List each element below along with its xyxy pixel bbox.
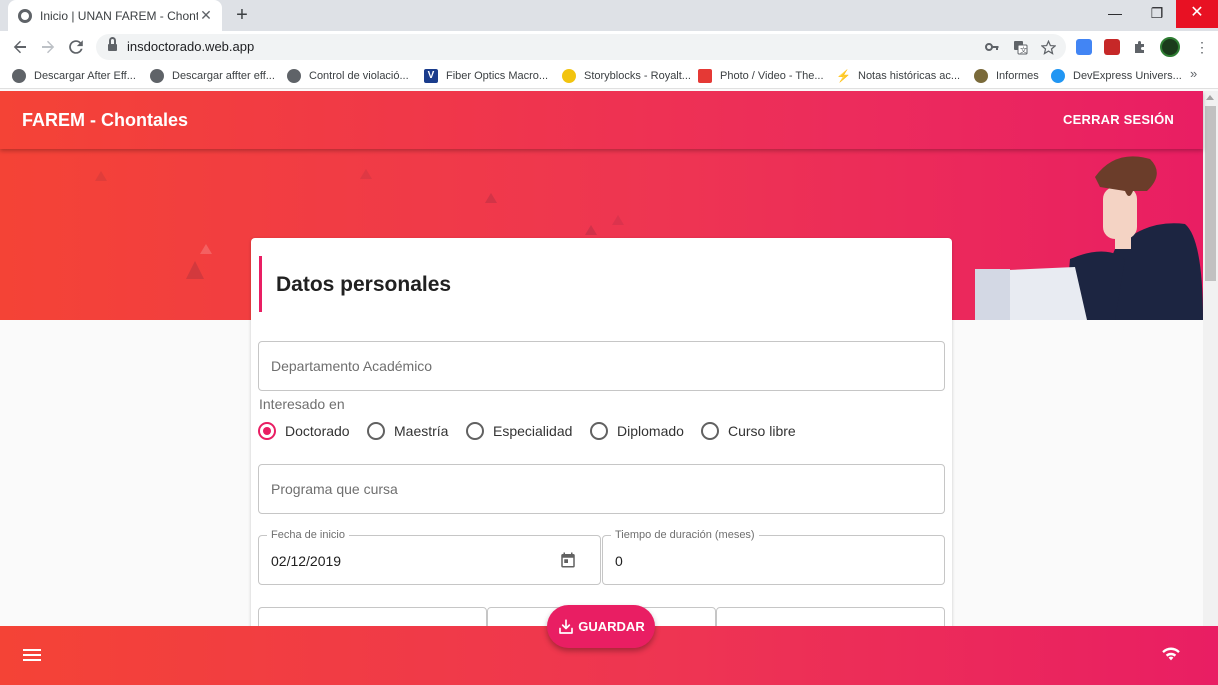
download-icon — [559, 618, 574, 634]
program-placeholder: Programa que cursa — [271, 481, 398, 497]
radio-especialidad[interactable]: Especialidad — [466, 421, 572, 441]
globe-icon — [18, 8, 32, 23]
radio-doctorado[interactable]: Doctorado — [258, 421, 350, 441]
page-viewport: FAREM - Chontales CERRAR SESIÓN Datos pe… — [0, 91, 1218, 685]
forward-button[interactable] — [36, 35, 60, 59]
more-vert-icon[interactable]: ⋮ — [1194, 39, 1210, 55]
reload-icon — [69, 40, 83, 54]
bookmark-item[interactable]: V Fiber Optics Macro... — [424, 68, 548, 84]
profile-avatar[interactable] — [1160, 37, 1180, 57]
tab-close-icon[interactable]: ✕ — [198, 7, 214, 24]
calendar-icon[interactable] — [559, 551, 577, 569]
card-heading: Datos personales — [276, 273, 452, 296]
radio-unchecked-icon — [590, 422, 608, 440]
scroll-thumb[interactable] — [1205, 106, 1216, 281]
url-text: insdoctorado.web.app — [127, 39, 255, 54]
close-window-button[interactable]: ✕ — [1176, 0, 1218, 28]
globe-icon — [12, 69, 26, 83]
storyblocks-icon — [562, 69, 576, 83]
svg-text:文: 文 — [1020, 46, 1027, 55]
bookmark-item[interactable]: Storyblocks - Royalt... — [562, 68, 691, 84]
address-bar[interactable]: insdoctorado.web.app 文 — [96, 34, 1066, 60]
decor-triangle — [585, 225, 597, 235]
browser-toolbar: insdoctorado.web.app 文 ⋮ — [0, 31, 1218, 62]
puzzle-icon[interactable] — [1132, 39, 1148, 55]
logout-button[interactable]: CERRAR SESIÓN — [1063, 112, 1174, 127]
arrow-left-icon — [13, 40, 26, 54]
bookmark-item[interactable]: Control de violació... — [287, 68, 409, 84]
start-date-field[interactable]: Fecha de inicio 02/12/2019 — [258, 529, 601, 585]
decor-triangle — [485, 193, 497, 203]
radio-unchecked-icon — [466, 422, 484, 440]
bookmarks-bar: Descargar After Eff... Descargar affter … — [0, 62, 1218, 89]
globe-icon — [287, 69, 301, 83]
devexpress-icon — [1051, 69, 1065, 83]
radio-unchecked-icon — [701, 422, 719, 440]
department-placeholder: Departamento Académico — [271, 358, 433, 374]
radio-maestria[interactable]: Maestría — [367, 421, 448, 441]
radio-checked-icon — [258, 422, 276, 440]
bookmark-item[interactable]: Descargar affter eff... — [150, 68, 275, 84]
translate-icon[interactable]: 文 — [1012, 40, 1028, 56]
new-tab-button[interactable]: + — [230, 3, 254, 27]
star-icon[interactable] — [1039, 39, 1057, 56]
reload-button[interactable] — [64, 35, 88, 59]
start-date-label: Fecha de inicio — [267, 529, 349, 541]
bookmark-item[interactable]: DevExpress Univers... — [1051, 68, 1182, 84]
app-brand[interactable]: FAREM - Chontales — [22, 110, 188, 131]
decor-triangle — [186, 261, 204, 279]
google-translate-extension-icon[interactable] — [1076, 39, 1092, 55]
radio-curso-libre[interactable]: Curso libre — [701, 421, 796, 441]
key-icon[interactable] — [984, 40, 1000, 56]
bolt-icon: ⚡ — [836, 69, 851, 83]
lock-icon — [108, 37, 117, 52]
wifi-icon — [1162, 647, 1180, 661]
radio-diplomado[interactable]: Diplomado — [590, 421, 684, 441]
back-button[interactable] — [8, 35, 32, 59]
tab-title: Inicio | UNAN FAREM - Chontales — [40, 8, 198, 23]
bookmark-item[interactable]: Descargar After Eff... — [12, 68, 136, 84]
arrow-right-icon — [42, 40, 55, 54]
menu-icon[interactable] — [23, 649, 41, 662]
radio-unchecked-icon — [367, 422, 385, 440]
maximize-button[interactable]: ❐ — [1134, 0, 1180, 28]
decor-triangle — [360, 169, 372, 179]
bookmark-item[interactable]: ⚡ Notas históricas ac... — [836, 68, 960, 84]
minimize-button[interactable]: — — [1092, 0, 1138, 28]
app-bar: FAREM - Chontales CERRAR SESIÓN — [0, 91, 1203, 149]
v-logo-icon: V — [424, 69, 438, 83]
save-button[interactable]: GUARDAR — [547, 605, 655, 648]
interest-label: Interesado en — [259, 396, 345, 412]
globe-icon — [150, 69, 164, 83]
department-field[interactable]: Departamento Académico — [258, 341, 945, 391]
program-field[interactable]: Programa que cursa — [258, 464, 945, 514]
decor-triangle — [612, 215, 624, 225]
start-date-value: 02/12/2019 — [271, 553, 342, 569]
student-illustration — [975, 156, 1203, 320]
decor-triangle — [95, 171, 107, 181]
photo-extension-icon[interactable] — [1104, 39, 1120, 55]
scroll-up-icon[interactable] — [1206, 95, 1214, 100]
decor-triangle — [200, 244, 212, 254]
duration-value: 0 — [615, 553, 623, 569]
save-label: GUARDAR — [578, 619, 645, 634]
bookmarks-overflow-icon[interactable]: » — [1190, 66, 1197, 81]
page-scrollbar[interactable] — [1203, 91, 1218, 626]
bookmark-item[interactable]: Photo / Video - The... — [698, 68, 824, 84]
browser-tabstrip: Inicio | UNAN FAREM - Chontales ✕ + — ❐ … — [0, 0, 1218, 31]
photo-video-icon — [698, 69, 712, 83]
informes-icon — [974, 69, 988, 83]
duration-field[interactable]: Tiempo de duración (meses) 0 — [602, 529, 945, 585]
bookmark-item[interactable]: Informes — [974, 68, 1039, 84]
duration-label: Tiempo de duración (meses) — [611, 529, 759, 541]
browser-tab[interactable]: Inicio | UNAN FAREM - Chontales ✕ — [8, 0, 222, 31]
heading-accent-bar — [259, 256, 262, 312]
